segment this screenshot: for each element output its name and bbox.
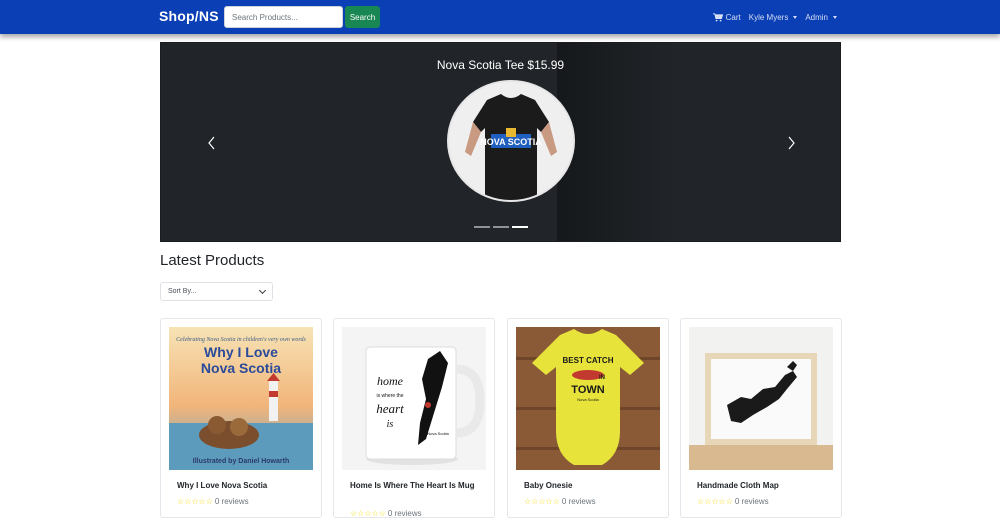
shirt-graphic-text: NOVA SCOTIA	[480, 137, 542, 147]
search-button[interactable]: Search	[345, 6, 380, 28]
chevron-left-icon	[208, 136, 215, 150]
product-card[interactable]: home is where the heart is Nova Scotia H…	[333, 318, 495, 518]
sort-by-select[interactable]: Sort By...	[160, 282, 273, 301]
featured-carousel[interactable]: Nova Scotia Tee $15.99 NOVA SCOTIA	[160, 42, 841, 242]
carousel-next-button[interactable]	[781, 131, 801, 155]
product-title[interactable]: Handmade Cloth Map	[697, 480, 829, 492]
admin-label: Admin	[805, 12, 828, 22]
admin-menu-dropdown[interactable]: Admin	[805, 13, 837, 22]
carousel-slide-shadow	[557, 43, 677, 241]
carousel-indicator-3[interactable]	[512, 226, 528, 228]
star-rating-icons: ☆☆☆☆☆	[350, 509, 386, 518]
review-count: 0 reviews	[387, 509, 422, 518]
product-title[interactable]: Baby Onesie	[524, 480, 656, 492]
tshirt-image: NOVA SCOTIA	[449, 82, 573, 200]
cart-label: Cart	[725, 12, 741, 22]
product-title[interactable]: Home Is Where The Heart Is Mug	[350, 480, 482, 492]
search-input[interactable]	[224, 6, 343, 28]
mug-text-is: is	[387, 419, 394, 430]
product-card[interactable]: Celebrating Nova Scotia in children's ve…	[160, 318, 322, 518]
chevron-down-icon	[258, 286, 267, 294]
mug-map-label: Nova Scotia	[427, 431, 449, 436]
user-menu-dropdown[interactable]: Kyle Myers	[749, 13, 798, 22]
onesie-text-in: IN	[599, 375, 605, 381]
carousel-indicator-2[interactable]	[493, 226, 509, 228]
onesie-text-best-catch: BEST CATCH	[563, 356, 614, 365]
chevron-down-icon	[833, 15, 837, 19]
product-image-mug[interactable]: home is where the heart is Nova Scotia	[342, 327, 486, 470]
user-name-label: Kyle Myers	[748, 12, 789, 22]
product-card[interactable]: Handmade Cloth Map ☆☆☆☆☆ 0 reviews	[680, 318, 842, 518]
sort-by-label: Sort By...	[168, 288, 197, 295]
book-cover-title-2: Nova Scotia	[201, 360, 281, 376]
top-navbar: Shop/NS Search Cart Kyle Myers Admin	[0, 0, 1000, 34]
carousel-product-image[interactable]: NOVA SCOTIA	[447, 80, 575, 202]
carousel-indicator-1[interactable]	[474, 226, 490, 228]
onesie-text-town: TOWN	[571, 384, 604, 396]
product-rating: ☆☆☆☆☆ 0 reviews	[350, 509, 422, 518]
carousel-prev-button[interactable]	[202, 131, 222, 155]
product-card[interactable]: BEST CATCH IN TOWN Nova Scotia Baby Ones…	[507, 318, 669, 518]
chevron-down-icon	[793, 15, 798, 19]
nav-right-links: Cart Kyle Myers Admin	[712, 0, 837, 34]
chevron-right-icon	[788, 136, 795, 150]
product-image-book[interactable]: Celebrating Nova Scotia in children's ve…	[169, 327, 313, 470]
mug-text-middle: is where the	[377, 393, 404, 399]
carousel-indicators	[474, 226, 528, 228]
book-tagline: Celebrating Nova Scotia in children's ve…	[176, 337, 306, 343]
book-cover-title-1: Why I Love	[204, 344, 278, 360]
mug-text-heart: heart	[376, 401, 404, 416]
product-image-onesie[interactable]: BEST CATCH IN TOWN Nova Scotia	[516, 327, 660, 470]
onesie-text-ns: Nova Scotia	[577, 397, 599, 402]
latest-products-heading: Latest Products	[160, 252, 265, 269]
cart-icon	[712, 12, 723, 21]
carousel-caption: Nova Scotia Tee $15.99	[436, 58, 565, 72]
mug-text-home: home	[377, 374, 404, 388]
brand-logo[interactable]: Shop/NS	[159, 8, 219, 24]
product-title[interactable]: Why I Love Nova Scotia	[177, 480, 309, 492]
product-image-cloth-map[interactable]	[689, 327, 833, 470]
book-cover-author: Illustrated by Daniel Howarth	[193, 458, 289, 465]
cart-link[interactable]: Cart	[712, 12, 741, 22]
